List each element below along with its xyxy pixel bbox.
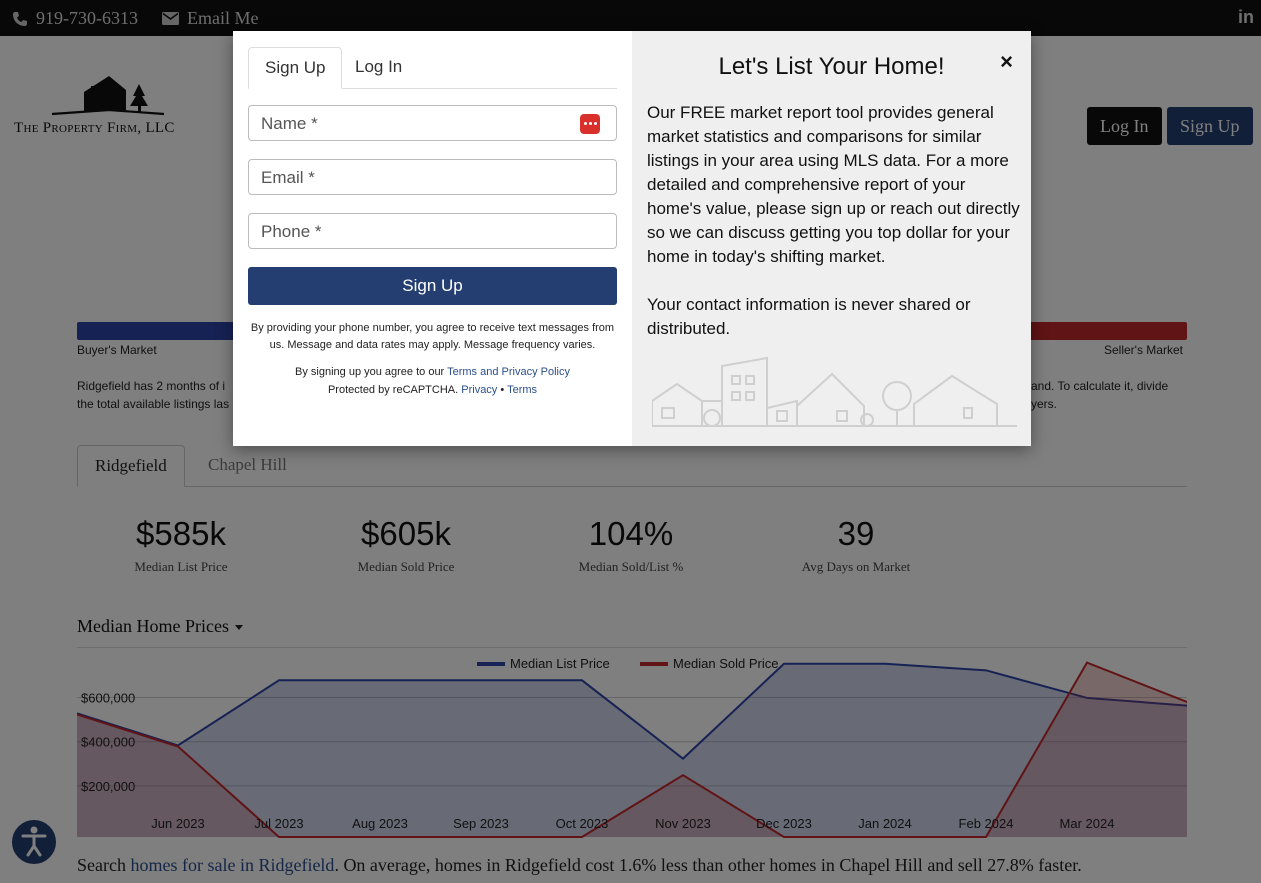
terms-prefix: By signing up you agree to our — [295, 366, 448, 378]
modal-tabs: Sign Up Log In — [248, 47, 617, 89]
sms-consent-text: By providing your phone number, you agre… — [250, 322, 615, 351]
phone-field[interactable]: Phone * — [248, 213, 617, 249]
recaptcha-prefix: Protected by reCAPTCHA. — [327, 384, 462, 396]
phone-placeholder: Phone * — [261, 222, 322, 241]
modal-heading: Let's List Your Home! — [718, 53, 945, 80]
terms-agreement: By signing up you agree to our Terms and… — [248, 364, 617, 381]
privacy-note: Your contact information is never shared… — [647, 295, 971, 338]
name-placeholder: Name * — [261, 114, 318, 133]
signup-modal: Sign Up Log In Name * Email * Phone * Si… — [233, 31, 1031, 446]
signup-submit-button[interactable]: Sign Up — [248, 267, 617, 305]
close-icon[interactable]: × — [1000, 49, 1013, 75]
info-panel: Let's List Your Home! × Our FREE market … — [632, 31, 1031, 446]
recaptcha-notice: Protected by reCAPTCHA. Privacy • Terms — [248, 382, 617, 399]
separator: • — [497, 384, 508, 396]
neighborhood-illustration — [652, 356, 1017, 427]
email-placeholder: Email * — [261, 168, 315, 187]
email-field[interactable]: Email * — [248, 159, 617, 195]
modal-body-text: Our FREE market report tool provides gen… — [647, 103, 1020, 266]
signup-form-panel: Sign Up Log In Name * Email * Phone * Si… — [233, 31, 632, 446]
name-field[interactable]: Name * — [248, 105, 617, 141]
recaptcha-terms-link[interactable]: Terms — [507, 384, 537, 396]
tab-login[interactable]: Log In — [339, 47, 418, 87]
password-manager-icon[interactable] — [580, 114, 600, 134]
recaptcha-privacy-link[interactable]: Privacy — [461, 384, 497, 396]
tab-signup[interactable]: Sign Up — [248, 47, 343, 89]
terms-privacy-link[interactable]: Terms and Privacy Policy — [447, 366, 570, 378]
